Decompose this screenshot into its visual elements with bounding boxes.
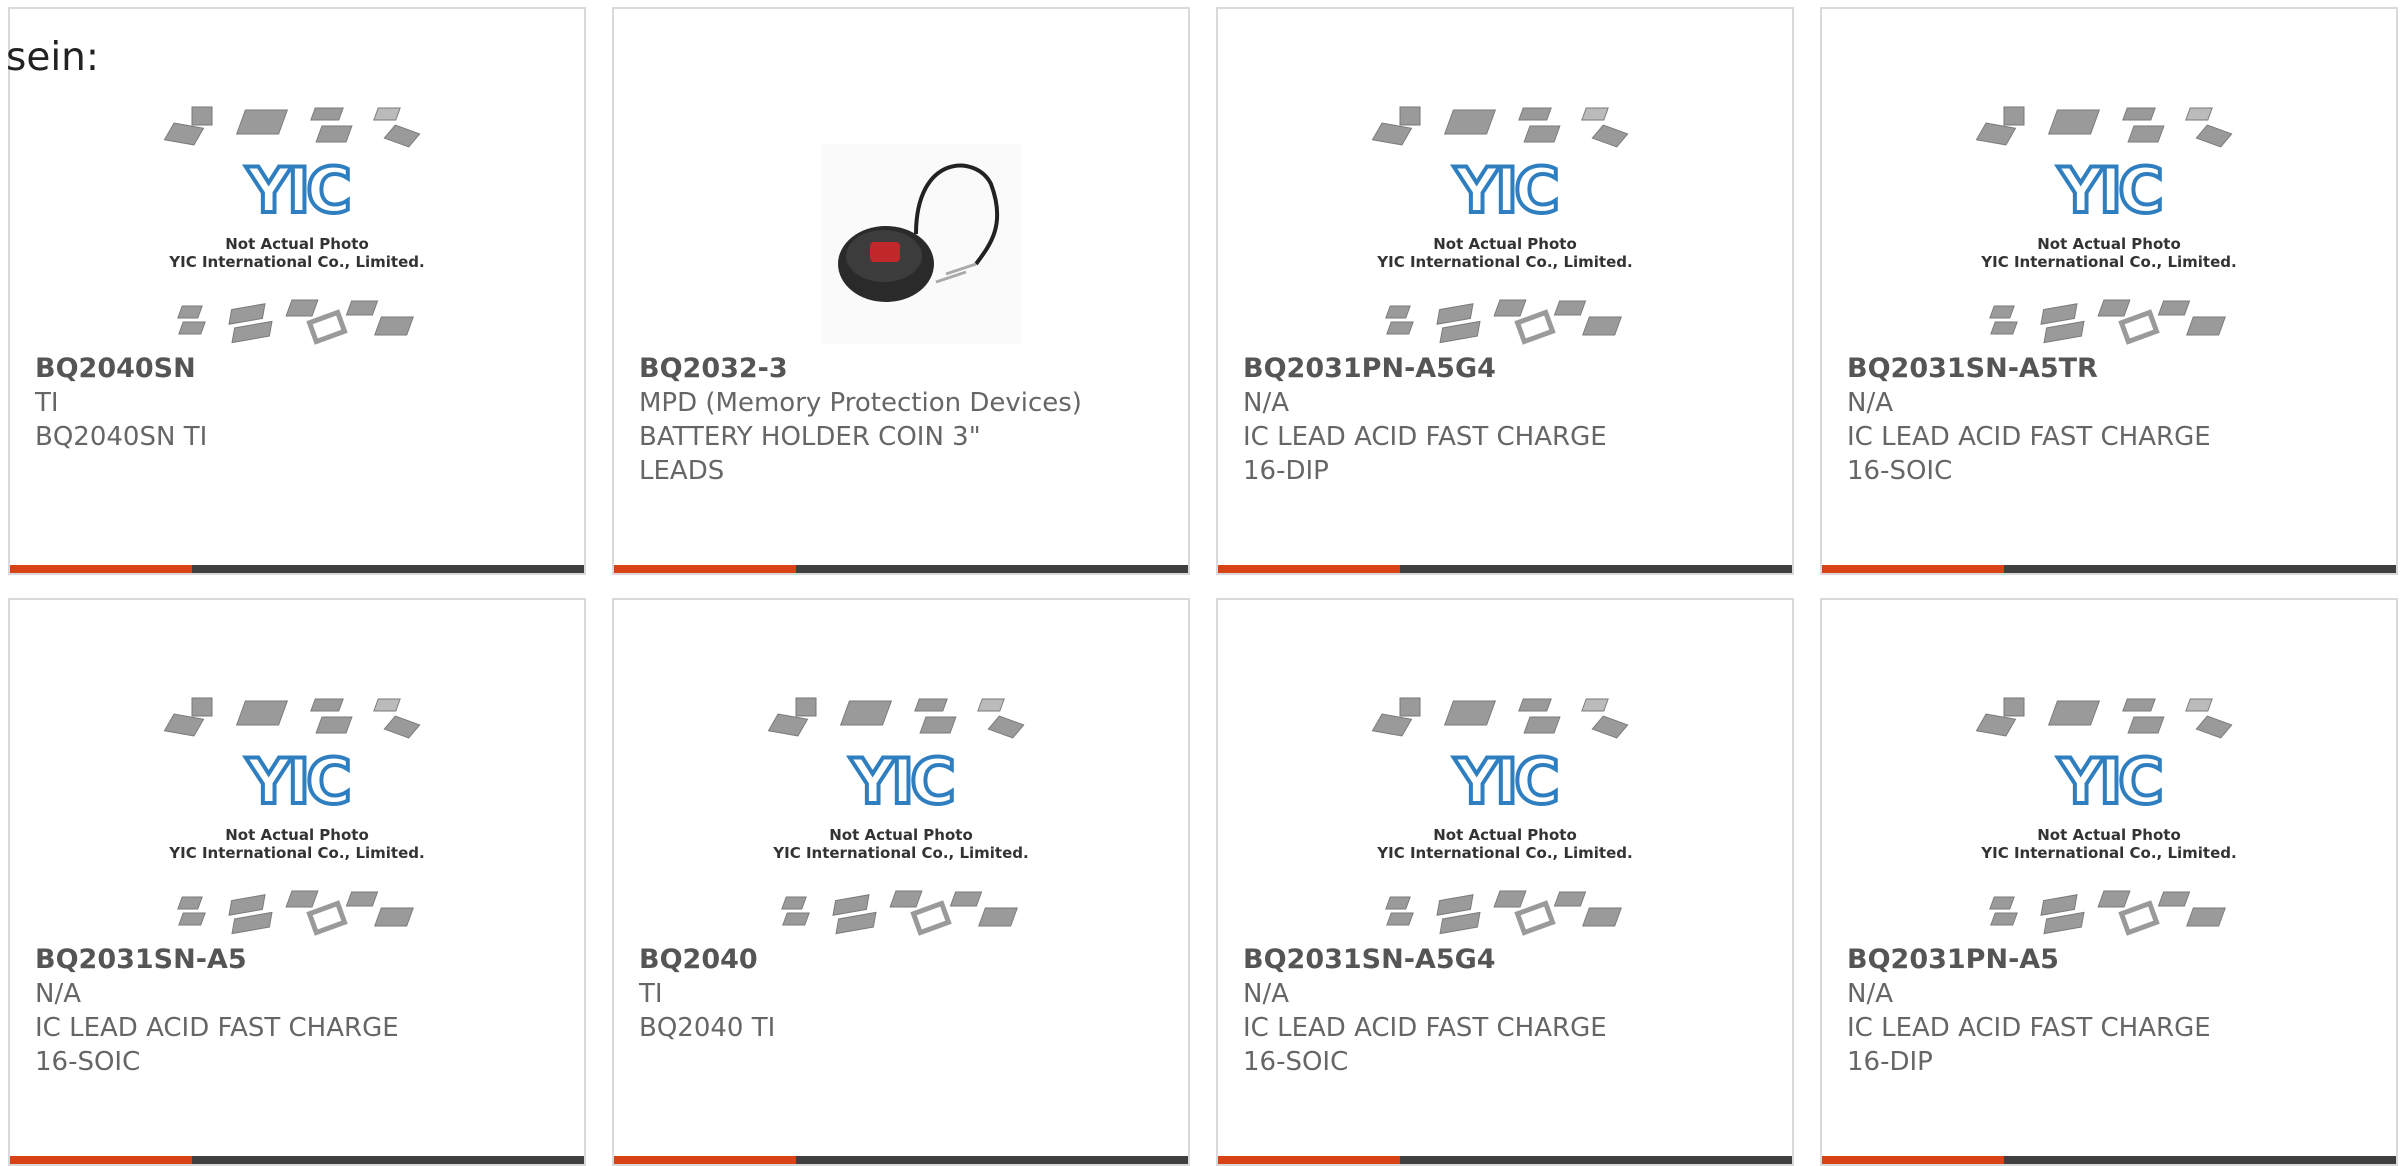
caption-line-2: YIC International Co., Limited.: [168, 253, 424, 271]
part-number-link[interactable]: BQ2031PN-A5: [1847, 943, 2367, 977]
placeholder-graphic: YIC Not Actual PhotoYIC International Co.…: [767, 697, 1029, 936]
part-number-link[interactable]: BQ2040SN: [35, 352, 555, 386]
caption-line-2: YIC International Co., Limited.: [1376, 253, 1632, 271]
manufacturer: N/A: [1847, 979, 1893, 1009]
placeholder-graphic: YIC Not Actual PhotoYIC International Co.…: [1975, 106, 2237, 345]
product-meta: BQ2031SN-A5 N/A IC LEAD ACID FAST CHARGE…: [35, 943, 555, 1079]
logo-text: YIC: [245, 745, 348, 818]
logo-text: YIC: [1453, 154, 1556, 227]
part-number-link[interactable]: BQ2031SN-A5G4: [1243, 943, 1763, 977]
manufacturer: MPD (Memory Protection Devices): [639, 388, 1082, 418]
product-image-placeholder[interactable]: YIC Not Actual Photo YIC International Co.…: [1974, 94, 2244, 354]
manufacturer: N/A: [35, 979, 81, 1009]
caption-line-2: YIC International Co., Limited.: [168, 844, 424, 862]
caption-line-1: Not Actual Photo: [1433, 826, 1577, 844]
description: BQ2040SN TI: [35, 422, 208, 452]
logo-text: YIC: [1453, 745, 1556, 818]
logo-text: YIC: [245, 154, 348, 227]
logo-text: YIC: [849, 745, 952, 818]
card-accent-bar: [1822, 1156, 2396, 1164]
caption-line-1: Not Actual Photo: [2037, 826, 2181, 844]
product-image-placeholder[interactable]: YIC Not Actual Photo YIC International Co.…: [162, 94, 432, 354]
manufacturer: N/A: [1243, 388, 1289, 418]
part-number-link[interactable]: BQ2032-3: [639, 352, 1159, 386]
caption-line-1: Not Actual Photo: [829, 826, 973, 844]
product-card[interactable]: YIC Not Actual Photo YIC International Co.…: [1820, 598, 2398, 1166]
caption-line-1: Not Actual Photo: [225, 235, 369, 253]
product-card[interactable]: YIC Not Actual Photo YIC International Co.…: [1216, 7, 1794, 575]
card-accent-bar: [1822, 565, 2396, 573]
description: IC LEAD ACID FAST CHARGE 16-DIP: [1847, 1013, 2211, 1077]
description: IC LEAD ACID FAST CHARGE 16-SOIC: [1243, 1013, 1607, 1077]
product-meta: BQ2031SN-A5G4 N/A IC LEAD ACID FAST CHAR…: [1243, 943, 1763, 1079]
logo-text: YIC: [2057, 154, 2160, 227]
product-image-photo[interactable]: [766, 94, 1036, 354]
product-meta: BQ2040 TI BQ2040 TI: [639, 943, 1159, 1045]
product-image-placeholder[interactable]: YIC Not Actual Photo YIC International Co.…: [1370, 94, 1640, 354]
caption-line-2: YIC International Co., Limited.: [1980, 844, 2236, 862]
product-meta: BQ2031PN-A5G4 N/A IC LEAD ACID FAST CHAR…: [1243, 352, 1763, 488]
product-image-placeholder[interactable]: YIC Not Actual Photo YIC International Co.…: [1370, 685, 1640, 945]
product-image-placeholder[interactable]: YIC Not Actual Photo YIC International Co.…: [1974, 685, 2244, 945]
manufacturer: TI: [35, 388, 59, 418]
description: IC LEAD ACID FAST CHARGE 16-SOIC: [35, 1013, 399, 1077]
card-accent-bar: [614, 1156, 1188, 1164]
part-number-link[interactable]: BQ2031SN-A5: [35, 943, 555, 977]
caption-line-2: YIC International Co., Limited.: [772, 844, 1028, 862]
product-card[interactable]: YIC Not Actual Photo YIC International Co.…: [8, 598, 586, 1166]
placeholder-graphic: YIC Not Actual PhotoYIC International Co.…: [163, 106, 425, 345]
product-meta: BQ2032-3 MPD (Memory Protection Devices)…: [639, 352, 1159, 488]
battery-holder-graphic: [821, 144, 1021, 344]
caption-line-2: YIC International Co., Limited.: [1980, 253, 2236, 271]
placeholder-graphic: YIC Not Actual PhotoYIC International Co.…: [163, 697, 425, 936]
card-accent-bar: [1218, 565, 1792, 573]
product-image-placeholder[interactable]: YIC Not Actual Photo YIC International Co.…: [162, 685, 432, 945]
manufacturer: TI: [639, 979, 663, 1009]
card-accent-bar: [10, 1156, 584, 1164]
product-card[interactable]: YIC Not Actual Photo YIC International Co.…: [1820, 7, 2398, 575]
caption-line-1: Not Actual Photo: [2037, 235, 2181, 253]
part-number-link[interactable]: BQ2031PN-A5G4: [1243, 352, 1763, 386]
page-heading: sein:: [6, 35, 100, 80]
caption-line-2: YIC International Co., Limited.: [1376, 844, 1632, 862]
card-accent-bar: [1218, 1156, 1792, 1164]
card-accent-bar: [10, 565, 584, 573]
placeholder-graphic: YIC Not Actual PhotoYIC International Co.…: [1371, 697, 1633, 936]
placeholder-graphic: YIC Not Actual PhotoYIC International Co.…: [1975, 697, 2237, 936]
product-meta: BQ2031PN-A5 N/A IC LEAD ACID FAST CHARGE…: [1847, 943, 2367, 1079]
caption-line-1: Not Actual Photo: [225, 826, 369, 844]
product-card[interactable]: BQ2032-3 MPD (Memory Protection Devices)…: [612, 7, 1190, 575]
placeholder-graphic: YIC Not Actual PhotoYIC International Co.…: [1371, 106, 1633, 345]
manufacturer: N/A: [1243, 979, 1289, 1009]
manufacturer: N/A: [1847, 388, 1893, 418]
description: IC LEAD ACID FAST CHARGE 16-SOIC: [1847, 422, 2211, 486]
part-number-link[interactable]: BQ2031SN-A5TR: [1847, 352, 2367, 386]
product-card[interactable]: YIC Not Actual Photo YIC International Co.…: [8, 7, 586, 575]
caption-line-1: Not Actual Photo: [1433, 235, 1577, 253]
product-meta: BQ2040SN TI BQ2040SN TI: [35, 352, 555, 454]
part-number-link[interactable]: BQ2040: [639, 943, 1159, 977]
description: IC LEAD ACID FAST CHARGE 16-DIP: [1243, 422, 1607, 486]
product-card[interactable]: YIC Not Actual Photo YIC International Co.…: [1216, 598, 1794, 1166]
product-card[interactable]: YIC Not Actual Photo YIC International Co.…: [612, 598, 1190, 1166]
product-meta: BQ2031SN-A5TR N/A IC LEAD ACID FAST CHAR…: [1847, 352, 2367, 488]
card-accent-bar: [614, 565, 1188, 573]
description: BQ2040 TI: [639, 1013, 776, 1043]
product-image-placeholder[interactable]: YIC Not Actual Photo YIC International Co.…: [766, 685, 1036, 945]
description: BATTERY HOLDER COIN 3" LEADS: [639, 422, 981, 486]
logo-text: YIC: [2057, 745, 2160, 818]
